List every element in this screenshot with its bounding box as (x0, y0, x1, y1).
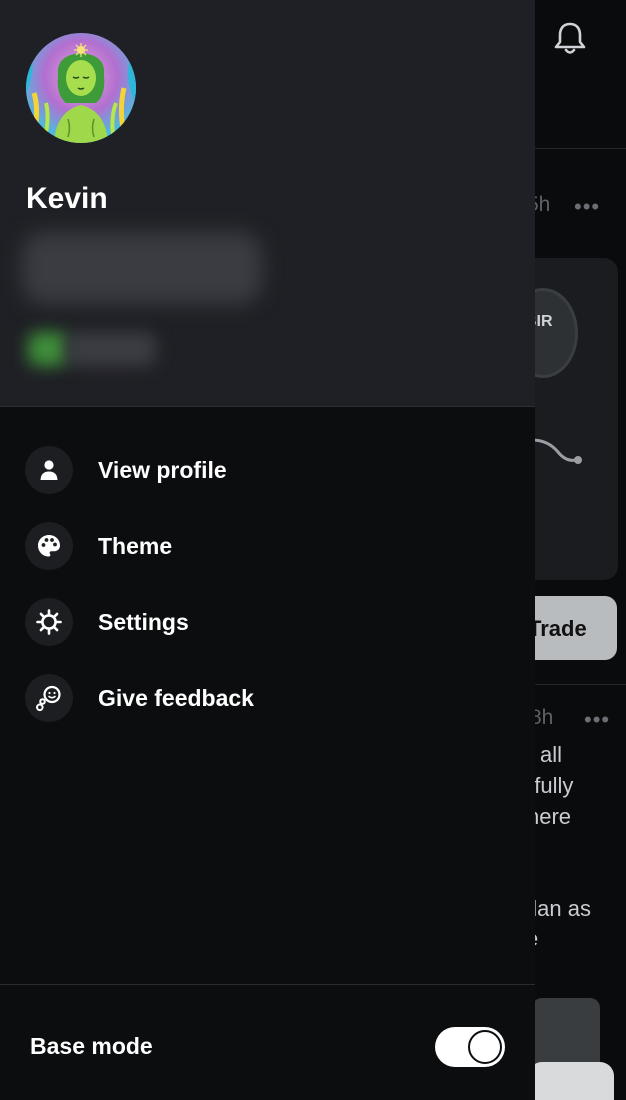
toggle-knob (468, 1030, 502, 1064)
more-options-icon[interactable]: ••• (574, 194, 600, 220)
menu-item-label: Settings (98, 608, 189, 635)
redacted-balance-change (22, 324, 156, 372)
price-chart-line (530, 430, 590, 470)
footer-divider (0, 984, 535, 985)
post-text-fragment: all (540, 742, 563, 767)
feedback-smiley-icon (25, 674, 73, 722)
menu-item-label: View profile (98, 456, 227, 483)
feed-divider (534, 684, 626, 685)
menu-item-view-profile[interactable]: View profile (25, 444, 515, 496)
feed-divider (534, 148, 626, 149)
menu-item-settings[interactable]: Settings (25, 596, 515, 648)
palette-icon (25, 522, 73, 570)
side-drawer: Kevin View profile Theme Settings Give f… (0, 0, 535, 1100)
menu-item-label: Give feedback (98, 684, 254, 711)
more-options-icon[interactable]: ••• (584, 707, 610, 733)
base-mode-toggle[interactable] (435, 1027, 505, 1067)
menu-item-theme[interactable]: Theme (25, 520, 515, 572)
user-name: Kevin (26, 182, 108, 215)
base-mode-label: Base mode (30, 1033, 153, 1059)
create-post-button[interactable] (528, 1062, 614, 1100)
notification-bell-icon[interactable] (550, 18, 590, 58)
redacted-balance (22, 232, 262, 304)
person-icon (25, 446, 73, 494)
account-header: Kevin (0, 0, 535, 407)
gear-icon (25, 598, 73, 646)
menu-item-give-feedback[interactable]: Give feedback (25, 672, 515, 724)
menu-item-label: Theme (98, 532, 173, 559)
avatar[interactable] (26, 33, 136, 143)
